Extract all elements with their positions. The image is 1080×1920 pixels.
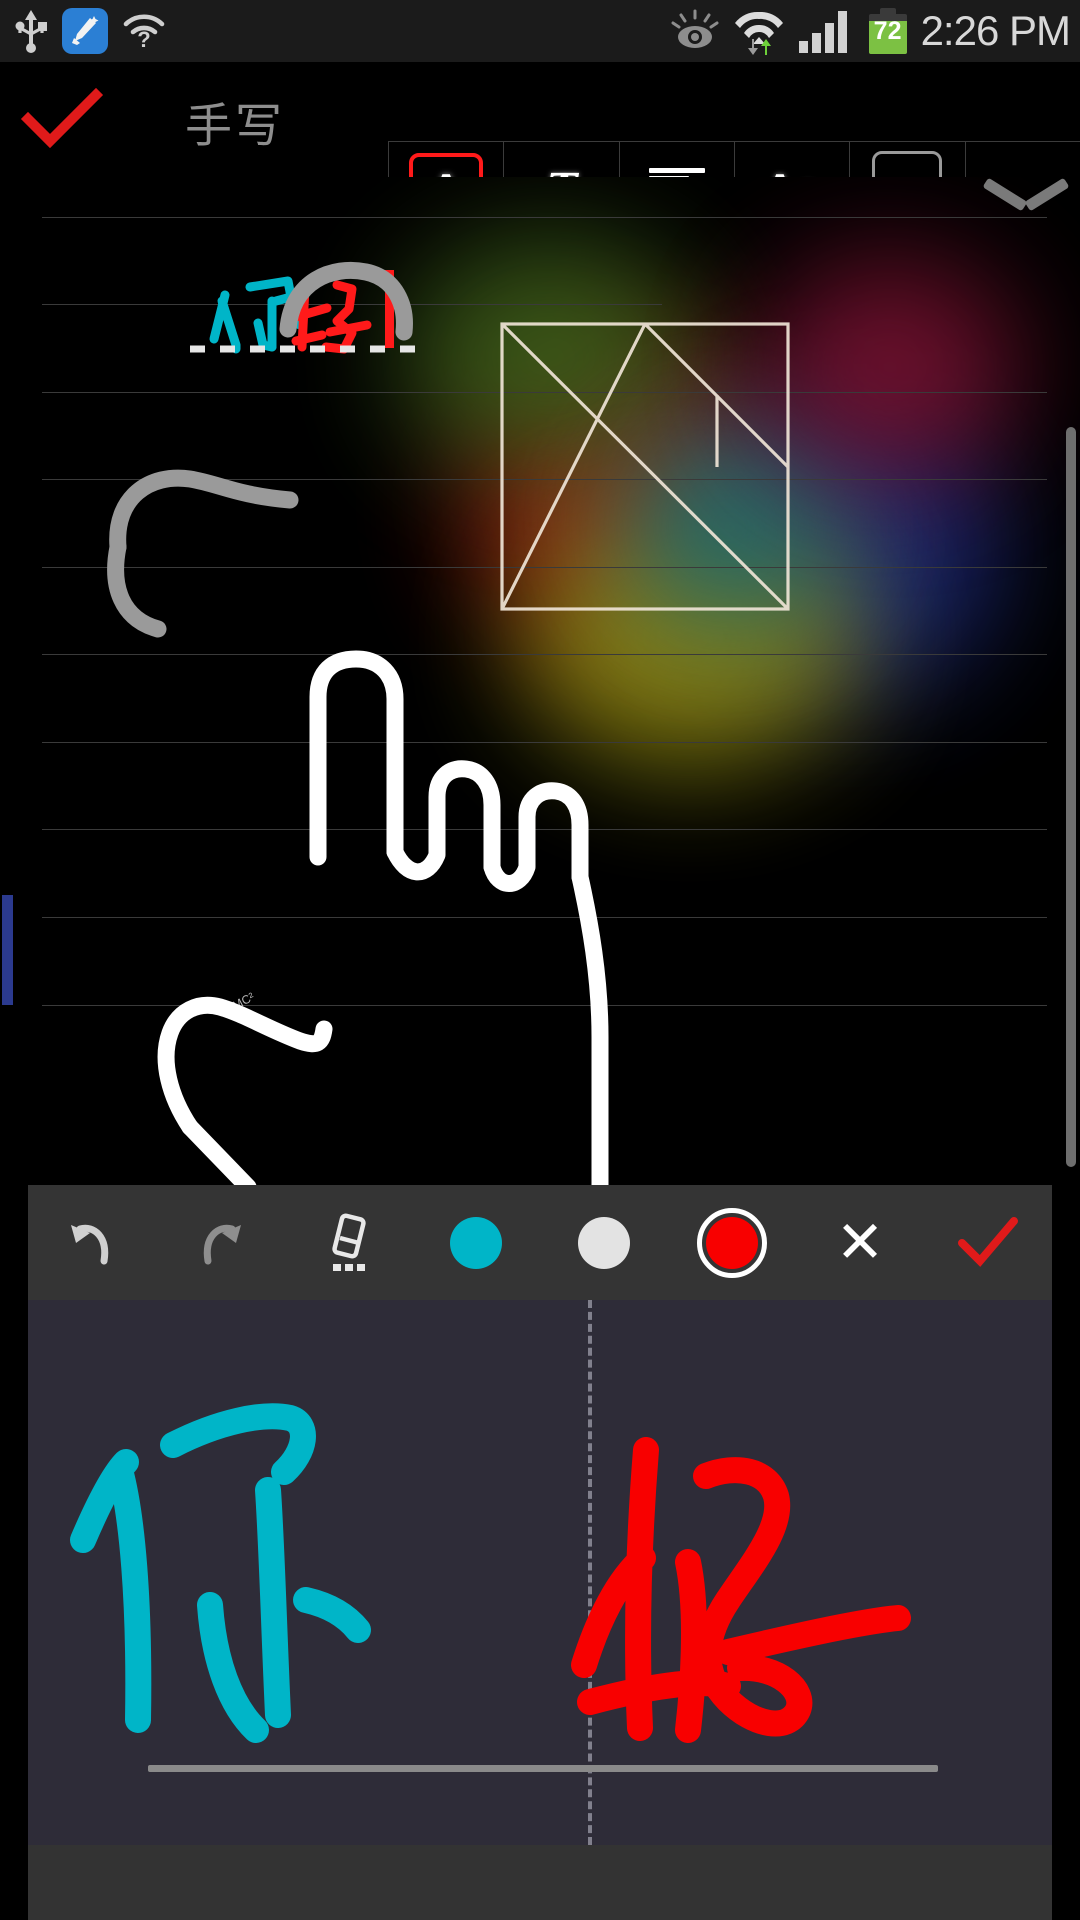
color-cyan-button[interactable] — [412, 1185, 540, 1300]
smart-stay-eye-icon — [669, 9, 721, 53]
note-canvas[interactable]: E=MC² — [0, 177, 1080, 1185]
ink-toolbar: ✕ — [28, 1185, 1052, 1300]
svg-text:?: ? — [137, 27, 150, 52]
wifi-question-icon: ? — [122, 11, 166, 52]
wifi-transfer-icon — [733, 6, 785, 56]
status-bar-right: 72 2:26 PM — [669, 0, 1080, 62]
color-chip-cyan — [450, 1216, 502, 1269]
cancel-button[interactable]: ✕ — [796, 1185, 924, 1300]
panel-footer — [28, 1845, 1052, 1920]
status-bar: ? 72 2:26 PM — [0, 0, 1080, 62]
undo-button[interactable] — [28, 1185, 156, 1300]
color-chip-red-selected — [697, 1207, 767, 1278]
cleaner-app-icon — [62, 8, 108, 54]
handwriting-input-panel[interactable] — [28, 1300, 1052, 1845]
battery-percent-label: 72 — [873, 17, 902, 45]
canvas-ink-layer: E=MC² — [107, 261, 790, 1185]
hand-sketch-white — [157, 650, 609, 1185]
tangram-square-sketch — [500, 322, 790, 611]
confirm-button[interactable] — [924, 1185, 1052, 1300]
app-top-bar: 手写 A T Aa — [0, 62, 1080, 239]
signal-bars-icon — [797, 8, 855, 54]
usb-icon — [14, 8, 48, 54]
clock-label: 2:26 PM — [920, 7, 1071, 54]
page-title: 手写 — [185, 98, 285, 154]
battery-icon: 72 — [867, 8, 909, 54]
status-bar-left: ? — [0, 8, 166, 54]
handwriting-ink-layer — [70, 1403, 911, 1743]
handwriting-glyph-cyan — [70, 1403, 371, 1743]
save-note-button[interactable] — [14, 84, 110, 158]
app-root: ? 72 2:26 PM 手写 E=MC² ✕ — [0, 0, 1080, 1920]
color-white-button[interactable] — [540, 1185, 668, 1300]
color-red-button[interactable] — [668, 1185, 796, 1300]
close-icon: ✕ — [835, 1209, 885, 1275]
color-chip-white — [578, 1216, 630, 1269]
eraser-button[interactable] — [284, 1185, 412, 1300]
redo-button[interactable] — [156, 1185, 284, 1300]
handwriting-glyph-red — [571, 1437, 911, 1743]
